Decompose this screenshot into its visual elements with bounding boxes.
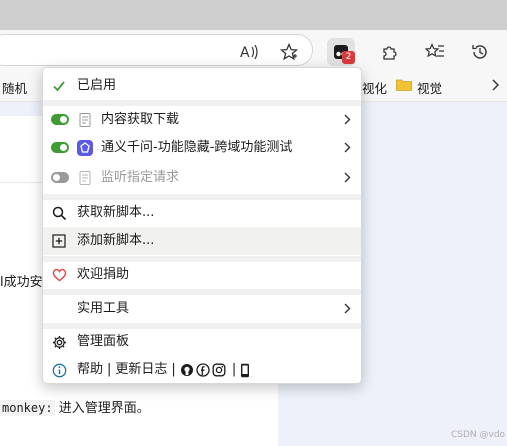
script-item-content-download[interactable]: 内容获取下载: [43, 106, 361, 134]
changelog-link[interactable]: 更新日志: [115, 362, 167, 378]
facebook-icon[interactable]: [196, 363, 210, 377]
script-label: 监听指定请求: [101, 170, 180, 185]
content-code-line: monkey: 进入管理界面。: [0, 397, 150, 416]
search-icon: [51, 205, 67, 221]
favorites-list-icon[interactable]: [421, 38, 449, 66]
get-new-script-item[interactable]: 获取新脚本...: [43, 199, 361, 227]
script-item-tongyi[interactable]: 通义千问-功能隐藏-跨域功能测试: [43, 134, 361, 162]
donate-label: 欢迎捐助: [77, 267, 130, 282]
check-icon: [51, 78, 67, 94]
chevron-right-icon: [344, 114, 351, 125]
add-box-icon: [51, 233, 67, 249]
mobile-icon[interactable]: [240, 363, 250, 378]
chevron-right-icon: [344, 142, 351, 153]
get-new-script-label: 获取新脚本...: [77, 205, 155, 220]
github-icon[interactable]: [180, 363, 194, 377]
gear-icon: [51, 334, 67, 350]
heart-icon: [51, 267, 67, 283]
script-label: 内容获取下载: [101, 112, 180, 127]
separator-bar: |: [171, 362, 176, 377]
history-icon[interactable]: [466, 38, 494, 66]
add-new-script-item[interactable]: 添加新脚本...: [43, 227, 361, 255]
folder-icon: [396, 79, 412, 91]
tampermonkey-extension-icon[interactable]: 2: [327, 38, 355, 66]
enabled-label: 已启用: [77, 78, 117, 93]
content-text: l成功安: [0, 275, 43, 290]
separator-bar: |: [107, 362, 112, 377]
utilities-item[interactable]: 实用工具: [43, 295, 361, 323]
bookmark-item[interactable]: 视化: [362, 78, 387, 97]
script-label: 通义千问-功能隐藏-跨域功能测试: [101, 140, 293, 155]
utilities-label: 实用工具: [77, 301, 130, 316]
script-toggle[interactable]: [51, 172, 69, 183]
chevron-right-icon: [344, 303, 351, 314]
bookmark-folder[interactable]: 视觉: [417, 78, 442, 97]
chevron-right-icon[interactable]: [490, 78, 500, 92]
chevron-right-icon: [344, 172, 351, 183]
enabled-toggle-item[interactable]: 已启用: [43, 72, 361, 100]
help-link[interactable]: 帮助: [77, 362, 103, 378]
read-aloud-icon[interactable]: A: [236, 38, 264, 66]
help-footer-row: 帮助 | 更新日志 | |: [43, 356, 361, 383]
extensions-puzzle-icon[interactable]: [375, 38, 403, 66]
script-file-icon: [79, 171, 91, 185]
inline-code: monkey:: [0, 400, 55, 416]
separator-bar: |: [231, 362, 237, 377]
svg-text:A: A: [240, 45, 250, 60]
donate-item[interactable]: 欢迎捐助: [43, 261, 361, 289]
add-new-script-label: 添加新脚本...: [77, 233, 155, 248]
bookmark-item[interactable]: 随机: [2, 78, 27, 97]
script-file-icon: [79, 113, 91, 127]
content-code-text: 进入管理界面。: [54, 401, 150, 416]
watermark: CSDN @vdo: [451, 430, 506, 440]
dashboard-label: 管理面板: [77, 334, 130, 349]
title-bar: [0, 0, 507, 30]
tongyi-script-icon: [77, 140, 93, 156]
script-toggle[interactable]: [51, 142, 69, 153]
tampermonkey-menu: 已启用 内容获取下载 通义千问-功能隐藏-跨域功能测试 监听指定请求 获取新脚本…: [42, 67, 362, 384]
extension-badge: 2: [342, 51, 355, 64]
address-bar[interactable]: [0, 34, 313, 66]
footer-links: 帮助 | 更新日志 | |: [77, 362, 252, 378]
info-icon: [51, 362, 67, 378]
favorite-star-icon[interactable]: [275, 38, 303, 66]
dashboard-item[interactable]: 管理面板: [43, 328, 361, 356]
script-toggle[interactable]: [51, 114, 69, 125]
script-item-listen-request[interactable]: 监听指定请求: [43, 164, 361, 192]
instagram-icon[interactable]: [212, 363, 226, 377]
